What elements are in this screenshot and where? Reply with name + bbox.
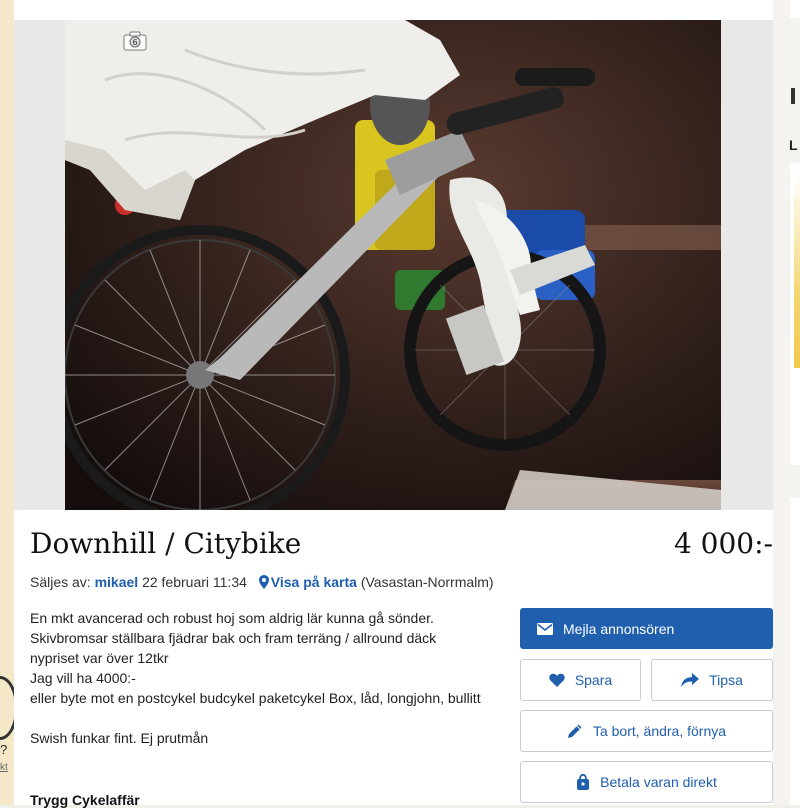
listing-date: 22 februari 11:34 <box>142 574 247 590</box>
sidebar-top-card <box>790 0 800 18</box>
seller-prefix: Säljes av: <box>30 574 91 590</box>
envelope-icon <box>537 622 553 635</box>
camera-icon: 6 <box>123 31 147 51</box>
description-line: eller byte mot en postcykel budcykel pak… <box>30 690 481 706</box>
sidebar-card[interactable] <box>790 498 800 805</box>
description-line: Swish funkar fint. Ej prutmån <box>30 730 209 746</box>
email-seller-label: Mejla annonsören <box>563 620 675 637</box>
photo-count-badge[interactable]: 6 <box>122 30 150 57</box>
sidebar-ad-card[interactable] <box>790 163 800 465</box>
listing-description: En mkt avancerad och robust hoj som aldr… <box>30 608 515 748</box>
edit-listing-label: Ta bort, ändra, förnya <box>592 723 727 739</box>
svg-text:6: 6 <box>132 38 137 47</box>
seller-name-link[interactable]: mikael <box>95 574 139 590</box>
listing-price: 4 000:- <box>673 527 773 560</box>
description-line: En mkt avancerad och robust hoj som aldr… <box>30 610 434 626</box>
show-on-map-link[interactable]: Visa på karta <box>271 574 357 590</box>
listing-location: (Vasastan-Norrmalm) <box>360 574 494 590</box>
description-line: nypriset var över 12tkr <box>30 650 169 666</box>
listing-photo[interactable]: 6 <box>65 20 721 510</box>
tip-button[interactable]: Tipsa <box>651 659 773 701</box>
edit-listing-button[interactable]: Ta bort, ändra, förnya <box>520 710 773 752</box>
description-line: Skivbromsar ställbara fjädrar bak och fr… <box>30 630 437 646</box>
bike-photo-illustration <box>65 20 721 510</box>
email-seller-button[interactable]: Mejla annonsören <box>520 608 773 649</box>
pay-directly-label: Betala varan direkt <box>600 774 717 790</box>
left-link-fragment[interactable]: kt <box>0 762 8 773</box>
image-gallery: 6 <box>14 20 773 510</box>
sidebar-heading-fragment: L <box>789 137 798 153</box>
left-sidebar-strip: ? kt <box>0 0 18 805</box>
listing-title: Downhill / Citybike <box>30 527 302 560</box>
listing-meta: Säljes av: mikael 22 februari 11:34 Visa… <box>30 574 494 590</box>
secure-bag-icon <box>577 774 590 790</box>
share-arrow-icon <box>681 673 700 687</box>
heart-icon <box>549 673 565 687</box>
map-pin-icon[interactable] <box>258 575 269 589</box>
shop-heading: Trygg Cykelaffär <box>30 792 140 808</box>
pencil-icon <box>567 724 582 738</box>
tip-label: Tipsa <box>709 672 743 688</box>
save-button[interactable]: Spara <box>520 659 641 701</box>
pay-directly-button[interactable]: Betala varan direkt <box>520 761 773 803</box>
description-line: Jag vill ha 4000:- <box>30 670 136 686</box>
description-blank-line <box>30 708 515 728</box>
listing-main: 6 Downhill / Citybike 4 000:- Säljes av:… <box>14 0 773 808</box>
sidebar-dark-element <box>791 88 795 104</box>
right-sidebar: L <box>773 0 800 805</box>
help-question-mark: ? <box>0 742 8 757</box>
save-label: Spara <box>574 672 613 688</box>
